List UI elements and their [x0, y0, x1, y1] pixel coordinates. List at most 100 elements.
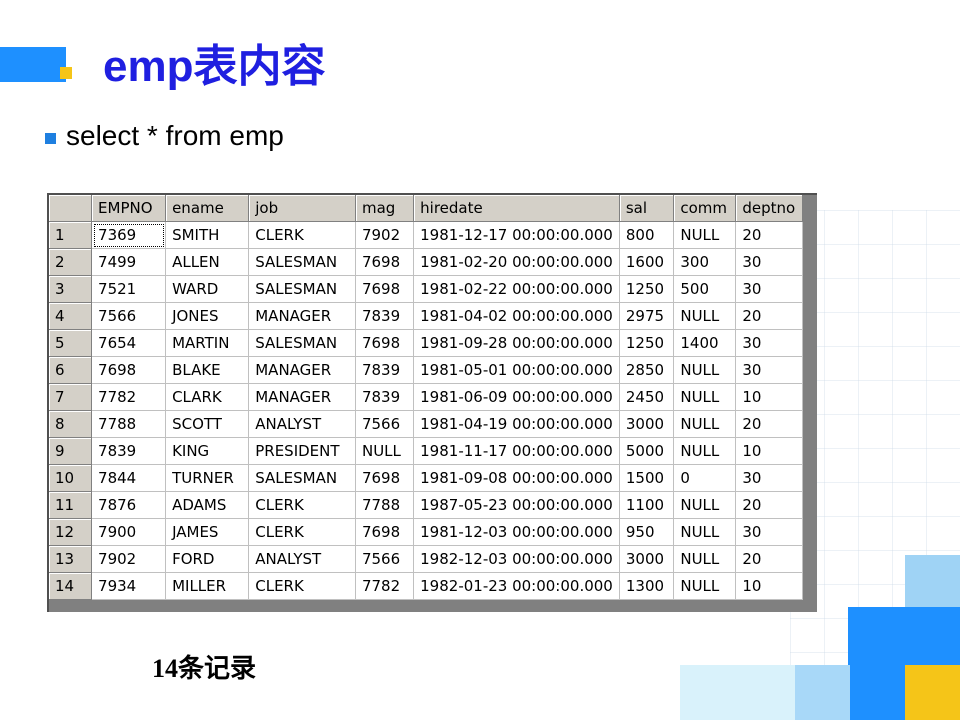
- cell-hiredate[interactable]: 1981-05-01 00:00:00.000: [413, 356, 620, 384]
- cell-sal[interactable]: 2450: [619, 383, 675, 411]
- table-row[interactable]: 11 7876 ADAMS CLERK 7788 1987-05-23 00:00:00.…: [49, 491, 803, 519]
- cell-mag[interactable]: 7566: [355, 410, 415, 438]
- column-header-empno[interactable]: EMPNO: [91, 195, 167, 222]
- cell-deptno[interactable]: 20: [735, 545, 803, 573]
- cell-hiredate[interactable]: 1981-09-28 00:00:00.000: [413, 329, 620, 357]
- cell-sal[interactable]: 1100: [619, 491, 675, 519]
- cell-ename[interactable]: TURNER: [165, 464, 250, 492]
- cell-sal[interactable]: 5000: [619, 437, 675, 465]
- cell-job[interactable]: SALESMAN: [248, 248, 356, 276]
- row-number-cell[interactable]: 1: [49, 221, 93, 249]
- cell-mag[interactable]: 7698: [355, 464, 415, 492]
- cell-comm[interactable]: NULL: [673, 437, 737, 465]
- table-row[interactable]: 4 7566 JONES MANAGER 7839 1981-04-02 00:00:00…: [49, 302, 803, 330]
- cell-mag[interactable]: 7698: [355, 275, 415, 303]
- cell-job[interactable]: MANAGER: [248, 383, 356, 411]
- row-number-cell[interactable]: 14: [49, 572, 93, 600]
- row-number-cell[interactable]: 10: [49, 464, 93, 492]
- cell-hiredate[interactable]: 1981-02-22 00:00:00.000: [413, 275, 620, 303]
- cell-ename[interactable]: JAMES: [165, 518, 250, 546]
- cell-job[interactable]: MANAGER: [248, 302, 356, 330]
- cell-empno[interactable]: 7698: [91, 356, 167, 384]
- row-number-cell[interactable]: 12: [49, 518, 93, 546]
- cell-deptno[interactable]: 30: [735, 248, 803, 276]
- column-header-comm[interactable]: comm: [673, 195, 737, 222]
- cell-empno[interactable]: 7844: [91, 464, 167, 492]
- cell-deptno[interactable]: 30: [735, 518, 803, 546]
- cell-mag[interactable]: 7566: [355, 545, 415, 573]
- cell-comm[interactable]: 300: [673, 248, 737, 276]
- cell-job[interactable]: SALESMAN: [248, 464, 356, 492]
- cell-deptno[interactable]: 20: [735, 410, 803, 438]
- cell-empno[interactable]: 7369: [91, 221, 167, 249]
- table-row[interactable]: 7 7782 CLARK MANAGER 7839 1981-06-09 00:00:00…: [49, 383, 803, 411]
- cell-empno[interactable]: 7654: [91, 329, 167, 357]
- cell-deptno[interactable]: 10: [735, 572, 803, 600]
- cell-sal[interactable]: 800: [619, 221, 675, 249]
- row-number-cell[interactable]: 8: [49, 410, 93, 438]
- cell-comm[interactable]: 1400: [673, 329, 737, 357]
- cell-mag[interactable]: 7698: [355, 248, 415, 276]
- cell-empno[interactable]: 7902: [91, 545, 167, 573]
- cell-mag[interactable]: 7698: [355, 518, 415, 546]
- table-row[interactable]: 9 7839 KING PRESIDENT NULL 1981-11-17 00:00:0…: [49, 437, 803, 465]
- cell-deptno[interactable]: 30: [735, 275, 803, 303]
- cell-sal[interactable]: 3000: [619, 410, 675, 438]
- cell-ename[interactable]: SMITH: [165, 221, 250, 249]
- cell-deptno[interactable]: 20: [735, 302, 803, 330]
- cell-sal[interactable]: 2850: [619, 356, 675, 384]
- cell-sal[interactable]: 1500: [619, 464, 675, 492]
- cell-empno[interactable]: 7566: [91, 302, 167, 330]
- cell-hiredate[interactable]: 1981-11-17 00:00:00.000: [413, 437, 620, 465]
- cell-hiredate[interactable]: 1981-09-08 00:00:00.000: [413, 464, 620, 492]
- table-row[interactable]: 5 7654 MARTIN SALESMAN 7698 1981-09-28 00:00:…: [49, 329, 803, 357]
- table-row[interactable]: 6 7698 BLAKE MANAGER 7839 1981-05-01 00:00:00…: [49, 356, 803, 384]
- cell-ename[interactable]: FORD: [165, 545, 250, 573]
- table-row[interactable]: 13 7902 FORD ANALYST 7566 1982-12-03 00:00:00…: [49, 545, 803, 573]
- cell-comm[interactable]: 0: [673, 464, 737, 492]
- cell-mag[interactable]: 7839: [355, 356, 415, 384]
- cell-hiredate[interactable]: 1981-02-20 00:00:00.000: [413, 248, 620, 276]
- cell-hiredate[interactable]: 1981-04-19 00:00:00.000: [413, 410, 620, 438]
- cell-comm[interactable]: NULL: [673, 545, 737, 573]
- cell-job[interactable]: ANALYST: [248, 410, 356, 438]
- cell-sal[interactable]: 2975: [619, 302, 675, 330]
- cell-deptno[interactable]: 30: [735, 464, 803, 492]
- cell-deptno[interactable]: 30: [735, 329, 803, 357]
- cell-job[interactable]: SALESMAN: [248, 275, 356, 303]
- cell-job[interactable]: PRESIDENT: [248, 437, 356, 465]
- cell-ename[interactable]: ALLEN: [165, 248, 250, 276]
- table-row[interactable]: 10 7844 TURNER SALESMAN 7698 1981-09-08 00:00…: [49, 464, 803, 492]
- row-number-cell[interactable]: 6: [49, 356, 93, 384]
- cell-deptno[interactable]: 10: [735, 437, 803, 465]
- cell-empno[interactable]: 7521: [91, 275, 167, 303]
- row-number-cell[interactable]: 13: [49, 545, 93, 573]
- cell-mag[interactable]: 7788: [355, 491, 415, 519]
- cell-job[interactable]: CLERK: [248, 518, 356, 546]
- cell-comm[interactable]: 500: [673, 275, 737, 303]
- cell-deptno[interactable]: 30: [735, 356, 803, 384]
- cell-hiredate[interactable]: 1981-12-03 00:00:00.000: [413, 518, 620, 546]
- cell-hiredate[interactable]: 1981-04-02 00:00:00.000: [413, 302, 620, 330]
- row-number-cell[interactable]: 7: [49, 383, 93, 411]
- row-number-cell[interactable]: 9: [49, 437, 93, 465]
- cell-empno[interactable]: 7900: [91, 518, 167, 546]
- cell-job[interactable]: ANALYST: [248, 545, 356, 573]
- cell-comm[interactable]: NULL: [673, 518, 737, 546]
- cell-sal[interactable]: 3000: [619, 545, 675, 573]
- table-row[interactable]: 2 7499 ALLEN SALESMAN 7698 1981-02-20 00:00:0…: [49, 248, 803, 276]
- row-number-cell[interactable]: 11: [49, 491, 93, 519]
- column-header-sal[interactable]: sal: [619, 195, 675, 222]
- cell-comm[interactable]: NULL: [673, 356, 737, 384]
- cell-ename[interactable]: CLARK: [165, 383, 250, 411]
- row-number-cell[interactable]: 5: [49, 329, 93, 357]
- row-number-cell[interactable]: 4: [49, 302, 93, 330]
- cell-mag[interactable]: 7839: [355, 302, 415, 330]
- column-header-deptno[interactable]: deptno: [735, 195, 803, 222]
- cell-empno[interactable]: 7839: [91, 437, 167, 465]
- cell-ename[interactable]: MARTIN: [165, 329, 250, 357]
- cell-sal[interactable]: 1250: [619, 329, 675, 357]
- cell-hiredate[interactable]: 1982-12-03 00:00:00.000: [413, 545, 620, 573]
- cell-ename[interactable]: ADAMS: [165, 491, 250, 519]
- cell-empno[interactable]: 7876: [91, 491, 167, 519]
